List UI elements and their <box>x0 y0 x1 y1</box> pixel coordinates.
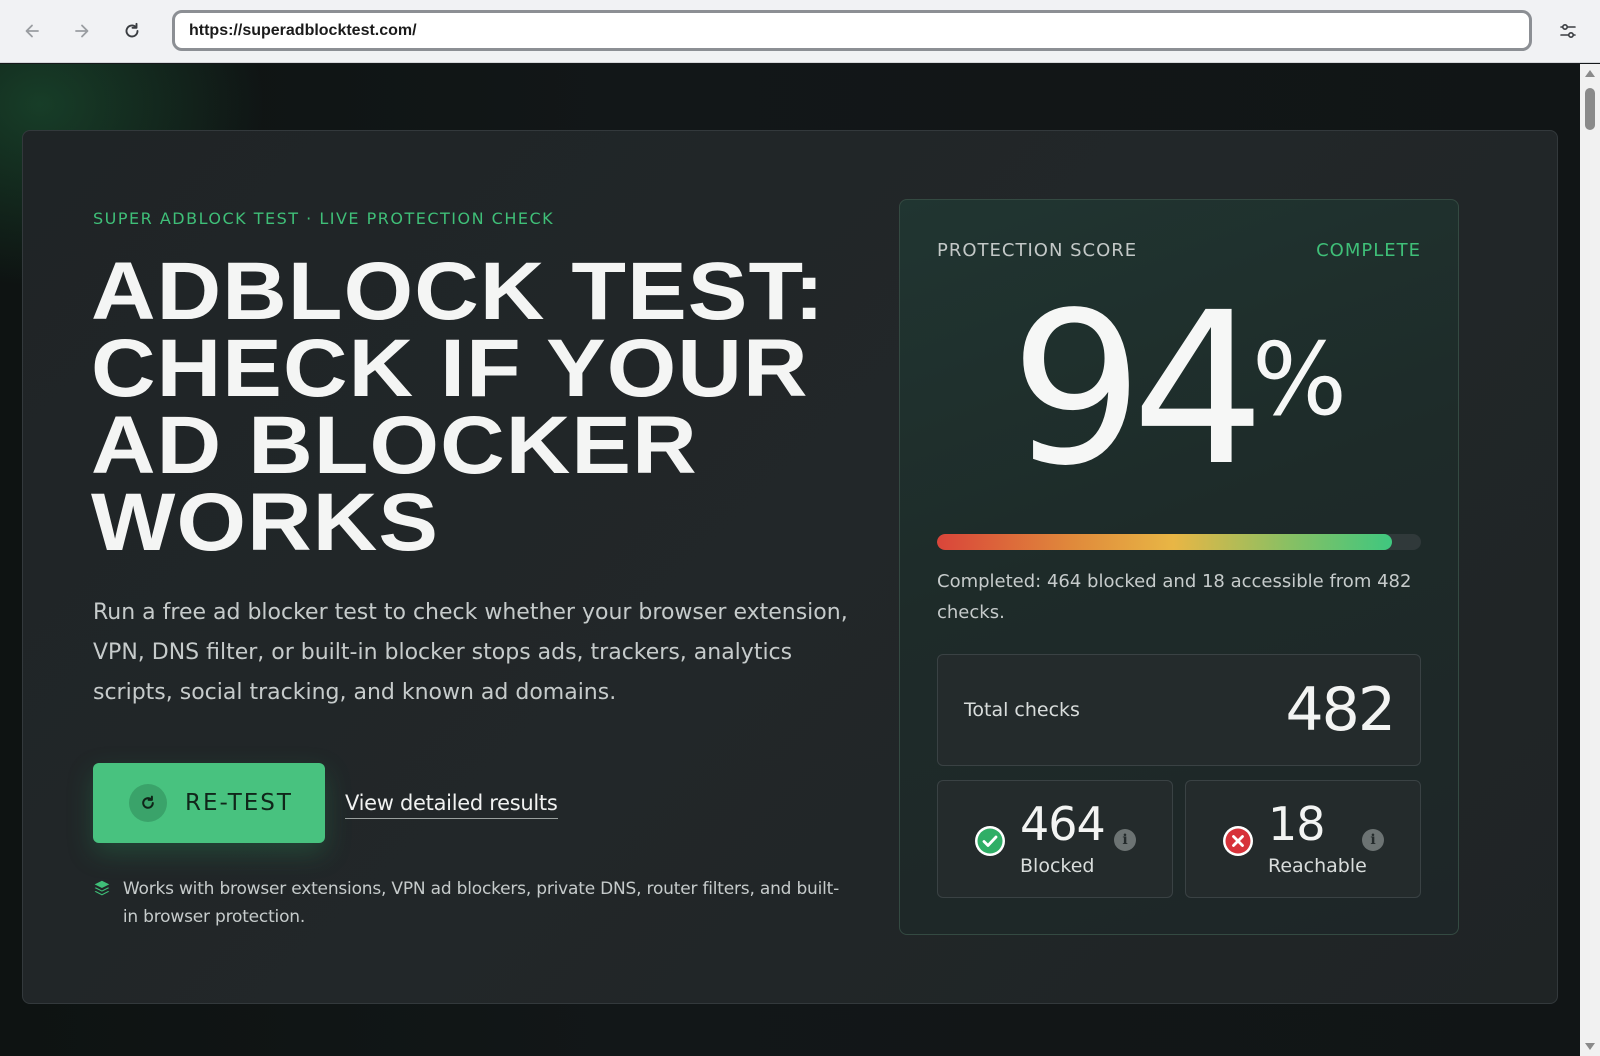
hero-card: SUPER ADBLOCK TEST · LIVE PROTECTION CHE… <box>22 130 1558 1004</box>
compatibility-text: Works with browser extensions, VPN ad bl… <box>122 879 840 927</box>
eyebrow-text: SUPER ADBLOCK TEST · LIVE PROTECTION CHE… <box>93 209 555 228</box>
page-viewport: SUPER ADBLOCK TEST · LIVE PROTECTION CHE… <box>0 64 1580 1056</box>
forward-button[interactable] <box>64 13 100 49</box>
protection-score-panel: PROTECTION SCORE COMPLETE 94 % Completed… <box>899 199 1459 935</box>
scroll-up-icon[interactable] <box>1585 70 1595 77</box>
view-detailed-results-link[interactable]: View detailed results <box>345 791 558 819</box>
score-progress-fill <box>937 534 1392 550</box>
status-badge: COMPLETE <box>1316 240 1421 261</box>
intro-paragraph: Run a free ad blocker test to check whet… <box>93 600 848 705</box>
reachable-stat-box: 18 Reachable i <box>1185 780 1421 898</box>
check-circle-icon <box>975 826 1005 856</box>
scroll-down-icon[interactable] <box>1585 1043 1595 1050</box>
retest-button[interactable]: RE-TEST <box>93 763 325 843</box>
score-value: 94 <box>1010 267 1265 512</box>
headline-line: AD BLOCKER <box>91 400 698 491</box>
score-label: PROTECTION SCORE <box>937 240 1138 261</box>
blocked-stat-box: 464 Blocked i <box>937 780 1173 898</box>
back-button[interactable] <box>14 13 50 49</box>
tune-icon <box>1560 23 1576 39</box>
x-circle-icon <box>1223 826 1253 856</box>
headline-line: CHECK IF YOUR <box>91 323 809 414</box>
scroll-thumb[interactable] <box>1585 88 1595 130</box>
retest-label: RE-TEST <box>185 790 293 816</box>
address-bar[interactable]: https://superadblocktest.com/ <box>172 10 1532 51</box>
info-icon[interactable]: i <box>1114 829 1136 851</box>
total-checks-value: 482 <box>1285 675 1396 745</box>
arrow-left-icon <box>25 24 39 38</box>
total-checks-label: Total checks <box>964 699 1080 721</box>
browser-toolbar: https://superadblocktest.com/ <box>0 0 1600 63</box>
layers-icon <box>94 880 110 896</box>
refresh-icon <box>129 784 167 822</box>
headline-line: ADBLOCK TEST: <box>91 246 826 337</box>
site-settings-button[interactable] <box>1550 13 1586 49</box>
score-unit: % <box>1252 321 1348 438</box>
score-summary: Completed: 464 blocked and 18 accessible… <box>937 571 1412 623</box>
blocked-count: 464 <box>1020 797 1106 851</box>
score-progress-bar <box>937 534 1421 550</box>
reachable-count: 18 <box>1268 797 1326 851</box>
info-icon[interactable]: i <box>1362 829 1384 851</box>
arrow-right-icon <box>75 24 89 38</box>
reload-button[interactable] <box>114 13 150 49</box>
url-text: https://superadblocktest.com/ <box>189 21 417 39</box>
reachable-label: Reachable <box>1268 855 1367 877</box>
reload-icon <box>125 22 139 38</box>
headline-line: WORKS <box>91 477 440 568</box>
compatibility-note: Works with browser extensions, VPN ad bl… <box>93 875 853 931</box>
page-scrollbar[interactable] <box>1580 64 1600 1056</box>
blocked-label: Blocked <box>1020 855 1095 877</box>
total-checks-box: Total checks 482 <box>937 654 1421 766</box>
page-title: ADBLOCK TEST: CHECK IF YOUR AD BLOCKER W… <box>91 246 963 568</box>
